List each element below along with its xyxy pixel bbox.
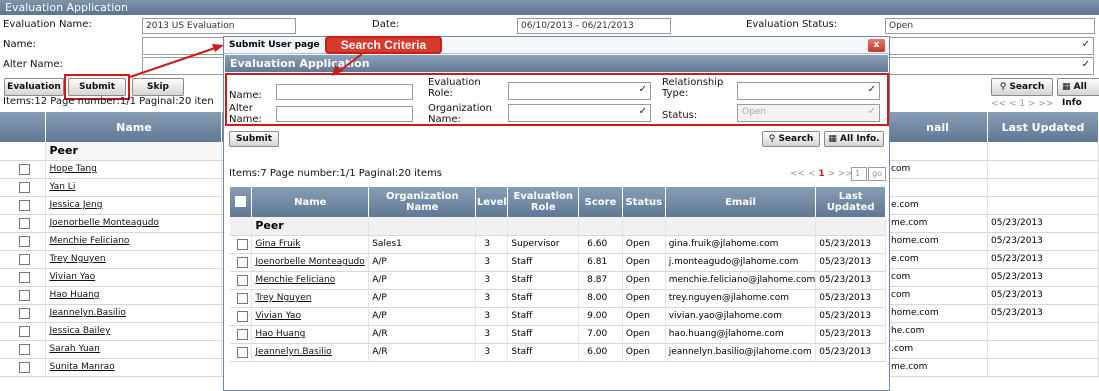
arrow-to-dialog — [129, 46, 219, 78]
arrowhead — [332, 65, 343, 76]
annotation-arrows — [129, 44, 363, 78]
arrowhead — [212, 44, 224, 52]
search-criteria-callout: Search Criteria — [325, 36, 442, 54]
arrow-to-criteria — [337, 53, 363, 73]
